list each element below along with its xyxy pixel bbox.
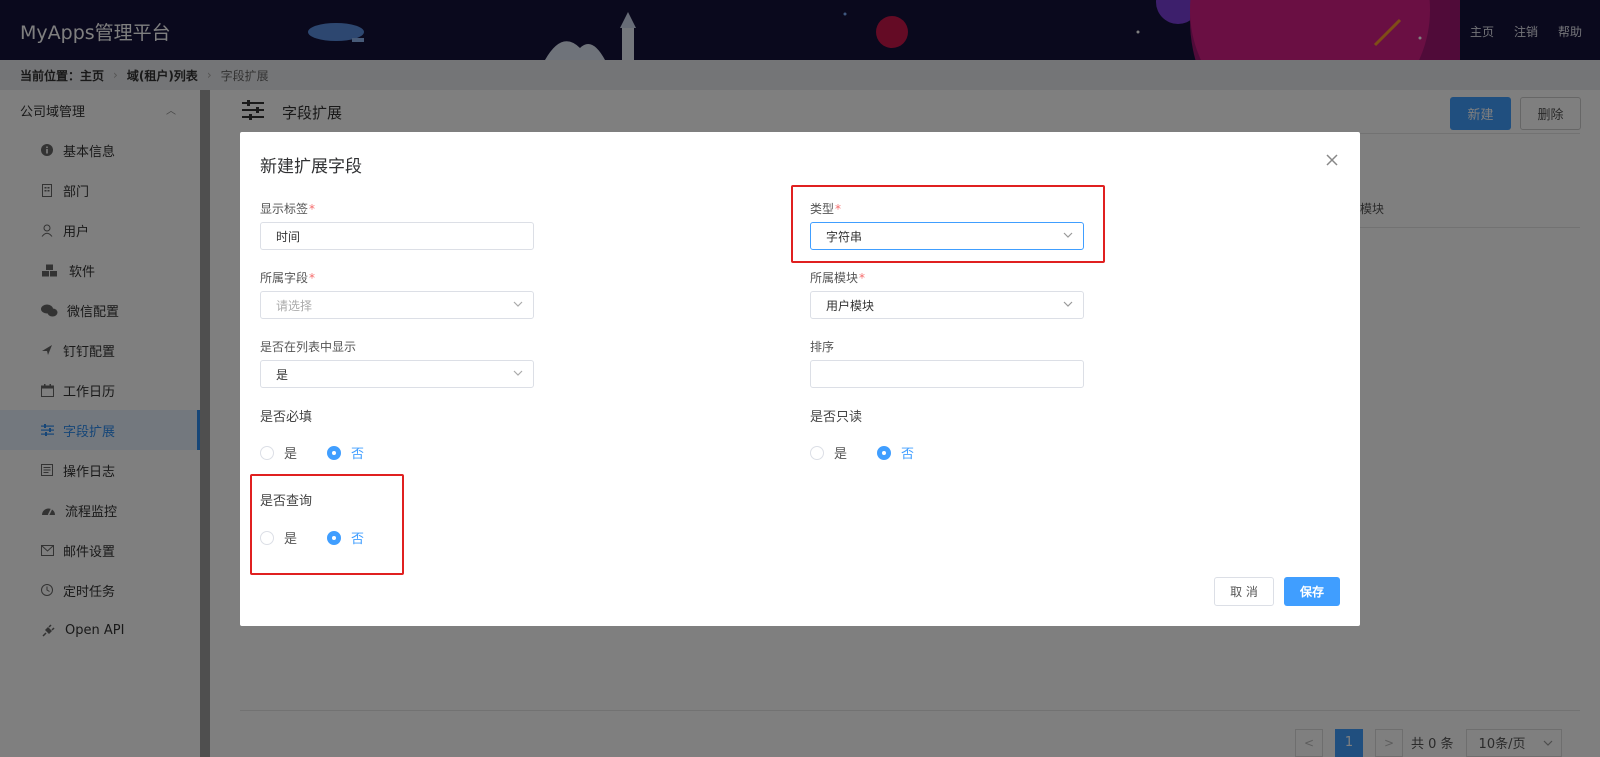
required-radio-group: 是 否	[260, 443, 394, 462]
chevron-down-icon	[513, 370, 523, 376]
radio-label: 是	[284, 447, 298, 462]
required-mark: *	[859, 271, 866, 285]
radio-circle	[260, 445, 274, 460]
required-mark: *	[309, 202, 316, 216]
sort-label: 排序	[810, 340, 835, 354]
highlight-box-type	[791, 185, 1105, 263]
owner-field-placeholder: 请选择	[276, 298, 313, 313]
display-label-input[interactable]: 时间	[260, 222, 534, 250]
chevron-down-icon	[513, 301, 523, 307]
show-in-list-label: 是否在列表中显示	[260, 340, 357, 354]
display-label-label: 显示标签*	[260, 200, 315, 217]
owner-module-text: 所属模块	[810, 271, 859, 285]
owner-module-select[interactable]: 用户模块	[810, 291, 1084, 319]
display-label-text: 显示标签	[260, 202, 309, 216]
required-yes-radio[interactable]: 是	[260, 443, 297, 462]
required-mark: *	[309, 271, 316, 285]
show-in-list-value: 是	[276, 367, 289, 382]
highlight-box-query	[250, 474, 404, 575]
radio-circle	[810, 445, 824, 460]
required-label: 是否必填	[260, 410, 313, 425]
owner-field-label: 所属字段*	[260, 269, 315, 286]
readonly-radio-group: 是 否	[810, 443, 944, 462]
radio-label: 是	[834, 447, 848, 462]
show-in-list-select[interactable]: 是	[260, 360, 534, 388]
save-button[interactable]: 保存	[1284, 577, 1340, 606]
radio-circle	[327, 445, 342, 460]
required-no-radio[interactable]: 否	[327, 443, 364, 462]
readonly-yes-radio[interactable]: 是	[810, 443, 847, 462]
owner-field-select[interactable]: 请选择	[260, 291, 534, 319]
dialog-title: 新建扩展字段	[260, 157, 362, 177]
chevron-down-icon	[1063, 301, 1073, 307]
cancel-button[interactable]: 取 消	[1214, 577, 1274, 606]
radio-circle	[877, 445, 892, 460]
close-icon[interactable]	[1324, 152, 1340, 168]
readonly-label: 是否只读	[810, 410, 863, 425]
display-label-value: 时间	[276, 229, 301, 244]
sort-input[interactable]	[810, 360, 1084, 388]
radio-label: 否	[351, 447, 365, 462]
owner-module-value: 用户模块	[826, 298, 875, 313]
readonly-no-radio[interactable]: 否	[877, 443, 914, 462]
new-extension-field-dialog: 新建扩展字段 显示标签* 时间 所属字段* 请选择 是否在列表中显示 是 是否必…	[240, 132, 1360, 626]
radio-label: 否	[901, 447, 915, 462]
owner-module-label: 所属模块*	[810, 269, 865, 286]
owner-field-text: 所属字段	[260, 271, 309, 285]
